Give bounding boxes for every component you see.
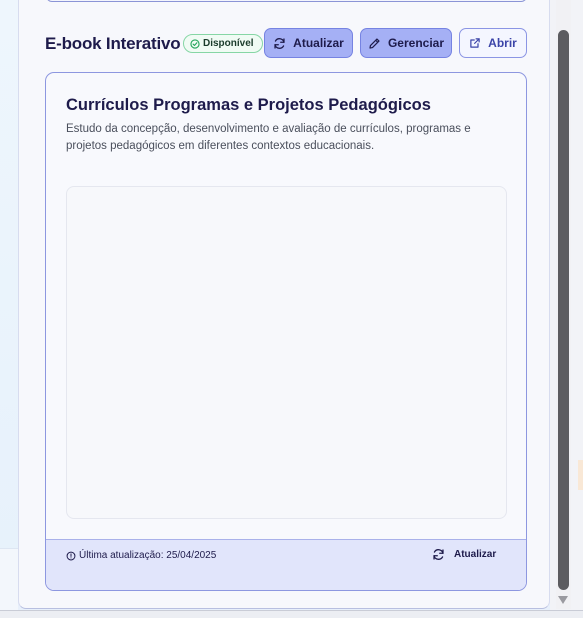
check-circle-icon [190, 38, 200, 49]
atualizar-button[interactable]: Atualizar [264, 28, 353, 58]
window-bottom-edge [0, 610, 583, 618]
ebook-description: Estudo da concepção, desenvolvimento e a… [66, 123, 471, 152]
external-link-icon [470, 38, 480, 48]
refresh-icon [274, 37, 285, 49]
card-footer: Última atualização: 25/04/2025 Atualizar [46, 539, 526, 590]
ebook-card: Currículos Programas e Projetos Pedagógi… [45, 72, 527, 591]
status-badge: Disponível [183, 34, 263, 53]
status-badge-label: Disponível [203, 38, 254, 49]
gerenciar-button[interactable]: Gerenciar [360, 28, 452, 58]
gerenciar-button-label: Gerenciar [387, 36, 445, 50]
section-title: E-book Interativo [45, 34, 181, 53]
previous-card-edge [46, 0, 527, 2]
clock-icon [66, 551, 76, 560]
abrir-button-label: Abrir [488, 36, 517, 50]
scrollbar-thumb[interactable] [558, 30, 569, 590]
refresh-icon [433, 549, 444, 560]
background-left-lower [0, 548, 18, 618]
footer-refresh-label: Atualizar [454, 549, 497, 560]
atualizar-button-label: Atualizar [293, 36, 344, 50]
footer-refresh-button[interactable]: Atualizar [432, 548, 496, 561]
background-accent [578, 460, 583, 490]
abrir-button[interactable]: Abrir [459, 28, 527, 58]
background-left [0, 0, 18, 618]
ebook-title: Currículos Programas e Projetos Pedagógi… [66, 96, 431, 114]
scroll-down-arrow-icon[interactable] [558, 596, 568, 604]
pencil-icon [369, 37, 380, 49]
ebook-viewer-frame[interactable] [66, 186, 507, 519]
last-update-info: Última atualização: 25/04/2025 [66, 550, 216, 561]
last-update-text: Última atualização: 25/04/2025 [79, 550, 217, 561]
